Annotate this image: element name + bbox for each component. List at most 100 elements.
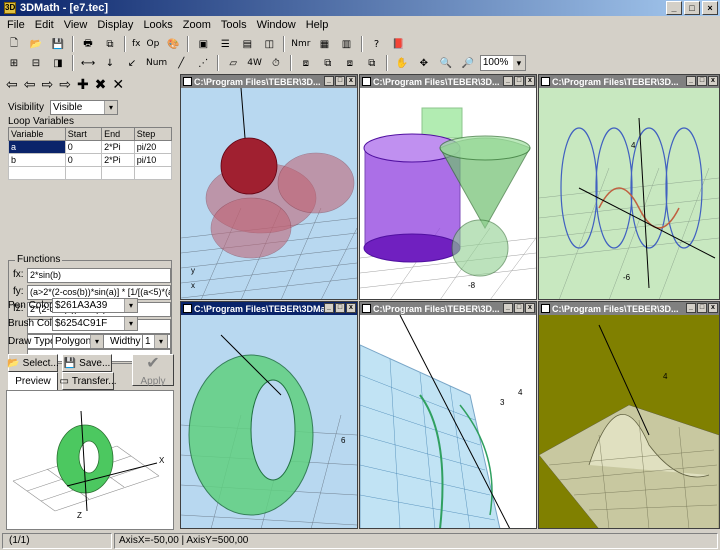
monitor-icon[interactable]: ▣ [193, 35, 213, 53]
win3-min-button[interactable]: _ [686, 76, 696, 86]
help-icon[interactable]: ? [367, 35, 387, 53]
plot-window-6[interactable]: C:\Program Files\TEBER\3D... _ □ x 4 [538, 301, 720, 529]
y-axis-icon[interactable]: ↓ [100, 54, 120, 72]
tile-stack-icon[interactable]: ▤ [237, 35, 257, 53]
back-icon[interactable]: ⇦ [6, 76, 18, 93]
plot-window-4[interactable]: C:\Program Files\TEBER\3DMa... _ □ x 6 [180, 301, 358, 529]
cube-icon[interactable]: ⧈ [296, 54, 316, 72]
win1-close-button[interactable]: x [346, 76, 356, 86]
copy-icon[interactable]: ⧉ [100, 35, 120, 53]
cube4-icon[interactable]: ⧉ [362, 54, 382, 72]
grid-cube-icon[interactable]: ⊞ [4, 54, 24, 72]
forward-icon[interactable]: ⇨ [59, 76, 71, 93]
menu-window[interactable]: Window [252, 19, 301, 31]
win5-max-button[interactable]: □ [514, 303, 524, 313]
timer-icon[interactable]: ⏱ [266, 54, 286, 72]
cube3-icon[interactable]: ⧈ [340, 54, 360, 72]
width-spinner[interactable]: 1 [142, 334, 168, 349]
grid-side-icon[interactable]: ◨ [48, 54, 68, 72]
fourw-button[interactable]: 4W [245, 54, 264, 72]
x-axis-icon[interactable]: ⟷ [78, 54, 98, 72]
delete-icon[interactable]: ✖ [95, 76, 107, 93]
minimize-button[interactable]: _ [666, 1, 682, 15]
plot4-6-label: 6 [341, 436, 346, 445]
print-icon[interactable]: 🖶 [78, 35, 98, 53]
pen-color-select[interactable]: $261A3A39 [52, 298, 138, 313]
zoom-select[interactable]: 100% [479, 55, 526, 71]
plot-window-5[interactable]: C:\Program Files\TEBER\3D... _ □ x 4 3 [359, 301, 537, 529]
plot-window-1[interactable]: C:\Program Files\TEBER\3D... _ □ x x y [180, 74, 358, 300]
table-row[interactable]: a 0 2*Pi pi/20 [8, 140, 173, 154]
menu-bar: File Edit View Display Looks Zoom Tools … [0, 16, 720, 33]
palette-icon[interactable]: 🎨 [163, 35, 183, 53]
calculator-icon[interactable]: ▥ [337, 35, 357, 53]
tile-vertical-icon[interactable]: ◫ [259, 35, 279, 53]
win6-close-button[interactable]: x [708, 303, 718, 313]
save-icon: 💾 [63, 357, 77, 369]
win2-min-button[interactable]: _ [503, 76, 513, 86]
tile-horizontal-icon[interactable]: ☰ [215, 35, 235, 53]
win3-close-button[interactable]: x [708, 76, 718, 86]
menu-file[interactable]: File [2, 19, 30, 31]
transfer-button[interactable]: ▭ Transfer... [59, 372, 117, 390]
win2-close-button[interactable]: x [525, 76, 535, 86]
save-icon[interactable]: 💾 [48, 35, 68, 53]
fx-field[interactable]: 2*sin(b) [27, 268, 171, 283]
z-axis-icon[interactable]: ↙ [122, 54, 142, 72]
win6-max-button[interactable]: □ [697, 303, 707, 313]
open-icon[interactable]: 📂 [26, 35, 46, 53]
next-icon[interactable]: ⇨ [41, 76, 53, 93]
plane-icon[interactable]: ⏥ [223, 54, 243, 72]
win6-min-button[interactable]: _ [686, 303, 696, 313]
select-button[interactable]: 📂 Select... [7, 354, 59, 372]
maximize-button[interactable]: □ [684, 1, 700, 15]
nmr-button[interactable]: Nmr [289, 35, 312, 53]
menu-zoom[interactable]: Zoom [178, 19, 216, 31]
num-button[interactable]: Num [144, 54, 169, 72]
win5-min-button[interactable]: _ [503, 303, 513, 313]
grid-plane-icon[interactable]: ⊟ [26, 54, 46, 72]
save-button[interactable]: 💾 Save... [62, 354, 112, 372]
close-button[interactable]: × [702, 1, 718, 15]
plot1-y-label: y [191, 266, 195, 275]
brush-color-select[interactable]: $6254C91F [52, 316, 138, 331]
win4-close-button[interactable]: x [346, 303, 356, 313]
op-button[interactable]: Op [145, 35, 162, 53]
visibility-select[interactable]: Visible [50, 100, 118, 115]
menu-help[interactable]: Help [301, 19, 334, 31]
win4-min-button[interactable]: _ [324, 303, 334, 313]
apply-button[interactable]: ✔ Apply [132, 354, 174, 387]
new-icon[interactable]: 🗋 [4, 35, 24, 53]
close-panel-icon[interactable]: ✕ [112, 76, 124, 93]
dotted-line-icon[interactable]: ⋰ [193, 54, 213, 72]
line-icon[interactable]: ╱ [171, 54, 191, 72]
prev-icon[interactable]: ⇦ [24, 76, 36, 93]
menu-view[interactable]: View [59, 19, 93, 31]
col-step: Step [133, 127, 173, 141]
book-icon[interactable]: 📕 [389, 35, 409, 53]
win1-max-button[interactable]: □ [335, 76, 345, 86]
win1-min-button[interactable]: _ [324, 76, 334, 86]
move-icon[interactable]: ✥ [414, 54, 434, 72]
tab-preview[interactable]: Preview [8, 372, 58, 390]
table-row[interactable] [8, 166, 173, 180]
table-row[interactable]: b 0 2*Pi pi/10 [8, 153, 173, 167]
menu-display[interactable]: Display [92, 19, 138, 31]
win5-close-button[interactable]: x [525, 303, 535, 313]
win2-max-button[interactable]: □ [514, 76, 524, 86]
grid-icon[interactable]: ▦ [315, 35, 335, 53]
hand-icon[interactable]: ✋ [392, 54, 412, 72]
cube2-icon[interactable]: ⧉ [318, 54, 338, 72]
plot-window-3[interactable]: C:\Program Files\TEBER\3D... _ □ x 4 -6 [538, 74, 720, 300]
menu-edit[interactable]: Edit [30, 19, 59, 31]
add-icon[interactable]: ✚ [77, 76, 89, 93]
menu-tools[interactable]: Tools [216, 19, 252, 31]
draw-type-select[interactable]: Polygon [52, 334, 104, 349]
fx-button[interactable]: fx [130, 35, 143, 53]
win4-max-button[interactable]: □ [335, 303, 345, 313]
win3-max-button[interactable]: □ [697, 76, 707, 86]
zoom-in-icon[interactable]: 🔍 [436, 54, 456, 72]
zoom-out-icon[interactable]: 🔎 [458, 54, 478, 72]
menu-looks[interactable]: Looks [138, 19, 177, 31]
plot-window-2[interactable]: C:\Program Files\TEBER\3D... _ □ x -8 [359, 74, 537, 300]
